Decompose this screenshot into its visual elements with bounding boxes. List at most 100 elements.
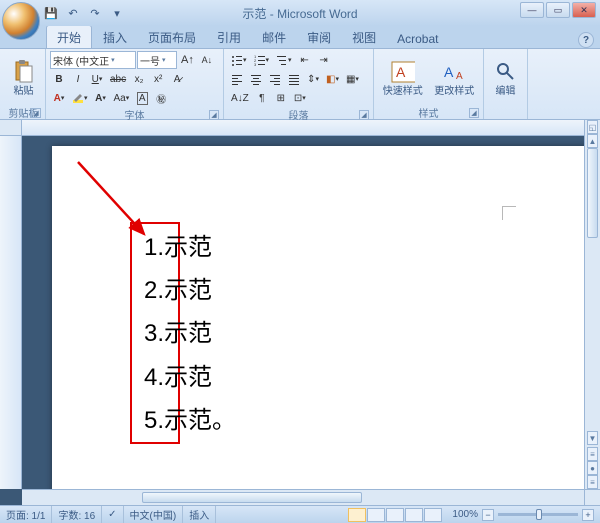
align-justify-button[interactable] xyxy=(285,70,303,88)
zoom-level[interactable]: 100% xyxy=(452,509,478,520)
underline-button[interactable]: U▾ xyxy=(88,70,106,88)
paste-button[interactable]: 粘贴 xyxy=(6,51,41,105)
font-face-combo[interactable]: 宋体 (中文正▾ xyxy=(50,51,136,69)
qat-undo[interactable]: ↶ xyxy=(64,4,82,22)
view-web-layout[interactable] xyxy=(386,508,404,522)
scroll-up-button[interactable]: ▲ xyxy=(587,134,598,148)
tab-page-layout[interactable]: 页面布局 xyxy=(138,26,206,48)
qat-save[interactable]: 💾 xyxy=(42,4,60,22)
status-words[interactable]: 字数: 16 xyxy=(52,506,102,523)
view-buttons xyxy=(344,508,446,522)
show-marks-button[interactable]: ¶ xyxy=(253,89,271,107)
change-styles-button[interactable]: AA 更改样式 xyxy=(430,51,480,105)
list-item[interactable]: 2.示范 xyxy=(144,269,236,312)
tab-acrobat[interactable]: Acrobat xyxy=(387,29,448,48)
qat-redo[interactable]: ↷ xyxy=(86,4,104,22)
view-print-layout[interactable] xyxy=(348,508,366,522)
horizontal-scrollbar[interactable] xyxy=(22,489,584,505)
zoom-slider-thumb[interactable] xyxy=(536,509,542,520)
view-draft[interactable] xyxy=(424,508,442,522)
help-button[interactable]: ? xyxy=(578,32,594,48)
shrink-font-button[interactable]: A↓ xyxy=(198,51,216,69)
paragraph-dialog-launcher[interactable]: ◢ xyxy=(359,110,369,120)
qat-customize[interactable]: ▾ xyxy=(108,4,126,22)
status-proofing[interactable]: ✓ xyxy=(102,506,123,523)
group-font-label: 字体◢ xyxy=(50,107,219,121)
vertical-scrollbar[interactable]: ◱ ▲ ▼ ≡ ● ≡ xyxy=(584,120,600,489)
tab-references[interactable]: 引用 xyxy=(207,26,251,48)
list-item[interactable]: 4.示范 xyxy=(144,356,236,399)
document-viewport[interactable]: 1.示范 2.示范 3.示范 4.示范 5.示范。 xyxy=(22,136,584,489)
view-outline[interactable] xyxy=(405,508,423,522)
office-button[interactable] xyxy=(2,2,40,40)
strike-button[interactable]: abc xyxy=(107,70,129,88)
page[interactable]: 1.示范 2.示范 3.示范 4.示范 5.示范。 xyxy=(52,146,584,489)
bullets-button[interactable]: ▾ xyxy=(228,51,250,69)
minimize-button[interactable]: — xyxy=(520,2,544,18)
ruler-toggle[interactable]: ◱ xyxy=(587,120,598,134)
vscroll-thumb[interactable] xyxy=(587,148,598,238)
maximize-button[interactable]: ▭ xyxy=(546,2,570,18)
text-effects-button[interactable]: A▾ xyxy=(50,89,68,107)
group-styles: A 快速样式 AA 更改样式 样式◢ xyxy=(374,49,484,119)
list-item[interactable]: 3.示范 xyxy=(144,312,236,355)
char-border-icon: A xyxy=(137,92,148,105)
list-item[interactable]: 5.示范。 xyxy=(144,399,236,442)
char-shading-button[interactable]: Aa▾ xyxy=(111,89,133,107)
align-right-button[interactable] xyxy=(266,70,284,88)
horizontal-ruler[interactable] xyxy=(22,120,584,136)
quick-access-toolbar: 💾 ↶ ↷ ▾ xyxy=(42,4,126,22)
tab-home[interactable]: 开始 xyxy=(46,25,92,48)
zoom-slider[interactable] xyxy=(498,513,578,516)
bold-button[interactable]: B xyxy=(50,70,68,88)
font-color-button[interactable]: A▾ xyxy=(92,89,110,107)
multilevel-button[interactable]: ▾ xyxy=(273,51,295,69)
svg-text:A: A xyxy=(456,71,463,82)
tab-review[interactable]: 审阅 xyxy=(297,26,341,48)
line-spacing-button[interactable]: ⇕▾ xyxy=(304,70,322,88)
font-size-combo[interactable]: 一号▾ xyxy=(137,51,177,69)
zoom-out-button[interactable]: − xyxy=(482,509,494,521)
char-border-button[interactable]: A xyxy=(133,89,151,107)
superscript-button[interactable]: x² xyxy=(149,70,167,88)
list-text: 示范 xyxy=(164,234,212,261)
browse-object-button[interactable]: ● xyxy=(587,461,598,475)
status-language[interactable]: 中文(中国) xyxy=(124,506,184,523)
vertical-ruler[interactable] xyxy=(0,136,22,489)
view-full-screen[interactable] xyxy=(367,508,385,522)
font-dialog-launcher[interactable]: ◢ xyxy=(209,110,219,120)
next-page-button[interactable]: ≡ xyxy=(587,475,598,489)
quick-styles-button[interactable]: A 快速样式 xyxy=(378,51,428,105)
styles-dialog-launcher[interactable]: ◢ xyxy=(469,108,479,118)
list-item[interactable]: 1.示范 xyxy=(144,226,236,269)
enclose-char-button[interactable]: ㊙ xyxy=(152,89,170,107)
tab-mailings[interactable]: 邮件 xyxy=(252,26,296,48)
status-page[interactable]: 页面: 1/1 xyxy=(0,506,52,523)
sort-button[interactable]: A↓Z xyxy=(228,89,252,107)
borders-button[interactable]: ▦▾ xyxy=(343,70,362,88)
tab-insert[interactable]: 插入 xyxy=(93,26,137,48)
hscroll-thumb[interactable] xyxy=(142,492,362,503)
italic-button[interactable]: I xyxy=(69,70,87,88)
decrease-indent-button[interactable]: ⇤ xyxy=(296,51,314,69)
scroll-down-button[interactable]: ▼ xyxy=(587,431,598,445)
align-left-button[interactable] xyxy=(228,70,246,88)
close-button[interactable]: ✕ xyxy=(572,2,596,18)
zoom-in-button[interactable]: + xyxy=(582,509,594,521)
shading-button[interactable]: ◧▾ xyxy=(323,70,342,88)
clear-format-button[interactable]: A̷ xyxy=(168,70,186,88)
increase-indent-button[interactable]: ⇥ xyxy=(315,51,333,69)
para-border-button[interactable]: ⊡▾ xyxy=(291,89,309,107)
align-center-button[interactable] xyxy=(247,70,265,88)
snap-grid-button[interactable]: ⊞ xyxy=(272,89,290,107)
prev-page-button[interactable]: ≡ xyxy=(587,447,598,461)
numbering-button[interactable]: 123▾ xyxy=(251,51,273,69)
clipboard-dialog-launcher[interactable]: ◢ xyxy=(31,108,41,118)
grow-font-button[interactable]: A↑ xyxy=(178,51,197,69)
highlight-button[interactable]: ▾ xyxy=(69,89,91,107)
close-icon: ✕ xyxy=(580,5,588,16)
subscript-button[interactable]: x₂ xyxy=(130,70,148,88)
editing-button[interactable]: 编辑 xyxy=(488,51,523,105)
tab-view[interactable]: 视图 xyxy=(342,26,386,48)
status-mode[interactable]: 插入 xyxy=(183,506,216,523)
